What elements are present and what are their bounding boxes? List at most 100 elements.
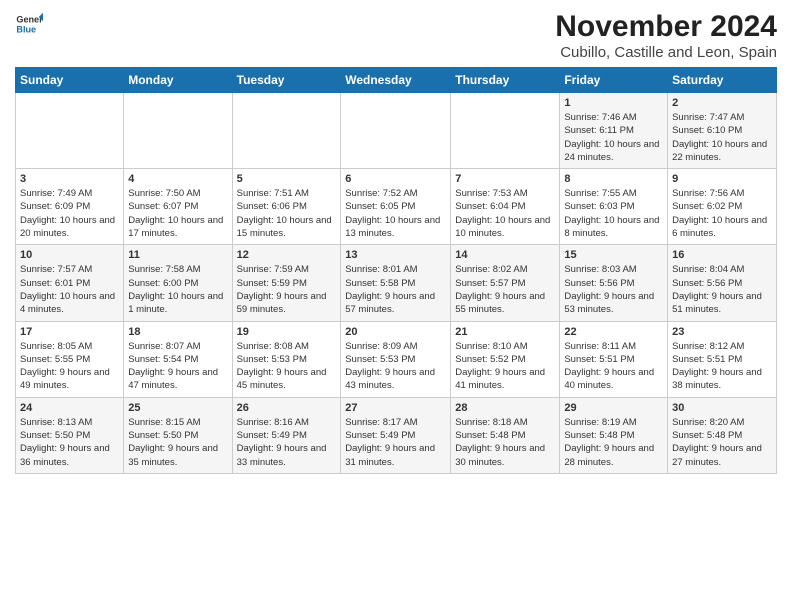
calendar-cell: 8 Sunrise: 7:55 AM Sunset: 6:03 PM Daylig…: [560, 169, 668, 245]
calendar-cell: [451, 93, 560, 169]
day-info: Sunrise: 7:56 AM Sunset: 6:02 PM Dayligh…: [672, 187, 772, 240]
calendar-cell: 3Sunrise: 7:49 AM Sunset: 6:09 PM Daylig…: [16, 169, 124, 245]
day-number: 18: [128, 326, 227, 338]
day-number: 16: [672, 249, 772, 261]
day-info: Sunrise: 8:20 AM Sunset: 5:48 PM Dayligh…: [672, 416, 772, 469]
day-info: Sunrise: 7:53 AM Sunset: 6:04 PM Dayligh…: [455, 187, 555, 240]
calendar-week-row: 17Sunrise: 8:05 AM Sunset: 5:55 PM Dayli…: [16, 321, 777, 397]
calendar-cell: 20 Sunrise: 8:09 AM Sunset: 5:53 PM Dayli…: [341, 321, 451, 397]
day-info: Sunrise: 7:57 AM Sunset: 6:01 PM Dayligh…: [20, 263, 119, 316]
day-info: Sunrise: 7:50 AM Sunset: 6:07 PM Dayligh…: [128, 187, 227, 240]
day-info: Sunrise: 8:02 AM Sunset: 5:57 PM Dayligh…: [455, 263, 555, 316]
day-number: 29: [564, 402, 663, 414]
day-number: 14: [455, 249, 555, 261]
day-info: Sunrise: 7:58 AM Sunset: 6:00 PM Dayligh…: [128, 263, 227, 316]
day-number: 10: [20, 249, 119, 261]
weekday-header-thursday: Thursday: [451, 68, 560, 93]
day-number: 25: [128, 402, 227, 414]
day-info: Sunrise: 8:15 AM Sunset: 5:50 PM Dayligh…: [128, 416, 227, 469]
day-info: Sunrise: 8:05 AM Sunset: 5:55 PM Dayligh…: [20, 340, 119, 393]
calendar-cell: 23 Sunrise: 8:12 AM Sunset: 5:51 PM Dayli…: [668, 321, 777, 397]
calendar-cell: 25 Sunrise: 8:15 AM Sunset: 5:50 PM Dayli…: [124, 397, 232, 473]
day-info: Sunrise: 8:10 AM Sunset: 5:52 PM Dayligh…: [455, 340, 555, 393]
day-number: 28: [455, 402, 555, 414]
logo: General Blue: [15, 10, 47, 38]
day-info: Sunrise: 7:52 AM Sunset: 6:05 PM Dayligh…: [345, 187, 446, 240]
day-number: 2: [672, 97, 772, 109]
weekday-header-friday: Friday: [560, 68, 668, 93]
calendar-week-row: 24 Sunrise: 8:13 AM Sunset: 5:50 PM Dayli…: [16, 397, 777, 473]
calendar-cell: [124, 93, 232, 169]
calendar-cell: 22 Sunrise: 8:11 AM Sunset: 5:51 PM Dayli…: [560, 321, 668, 397]
day-number: 20: [345, 326, 446, 338]
calendar-cell: 21 Sunrise: 8:10 AM Sunset: 5:52 PM Dayli…: [451, 321, 560, 397]
calendar-cell: 7 Sunrise: 7:53 AM Sunset: 6:04 PM Daylig…: [451, 169, 560, 245]
calendar-cell: 13Sunrise: 8:01 AM Sunset: 5:58 PM Dayli…: [341, 245, 451, 321]
day-number: 9: [672, 173, 772, 185]
calendar-cell: 28 Sunrise: 8:18 AM Sunset: 5:48 PM Dayli…: [451, 397, 560, 473]
day-number: 21: [455, 326, 555, 338]
weekday-header-saturday: Saturday: [668, 68, 777, 93]
day-info: Sunrise: 7:55 AM Sunset: 6:03 PM Dayligh…: [564, 187, 663, 240]
calendar-cell: 29Sunrise: 8:19 AM Sunset: 5:48 PM Dayli…: [560, 397, 668, 473]
day-number: 7: [455, 173, 555, 185]
day-number: 6: [345, 173, 446, 185]
calendar-week-row: 1 Sunrise: 7:46 AM Sunset: 6:11 PM Daylig…: [16, 93, 777, 169]
calendar-cell: 11 Sunrise: 7:58 AM Sunset: 6:00 PM Dayli…: [124, 245, 232, 321]
day-number: 15: [564, 249, 663, 261]
weekday-header-row: SundayMondayTuesdayWednesdayThursdayFrid…: [16, 68, 777, 93]
title-area: November 2024 Cubillo, Castille and Leon…: [555, 10, 777, 61]
calendar-cell: 6 Sunrise: 7:52 AM Sunset: 6:05 PM Daylig…: [341, 169, 451, 245]
calendar-cell: 2 Sunrise: 7:47 AM Sunset: 6:10 PM Daylig…: [668, 93, 777, 169]
weekday-header-monday: Monday: [124, 68, 232, 93]
calendar-cell: 26 Sunrise: 8:16 AM Sunset: 5:49 PM Dayli…: [232, 397, 341, 473]
calendar-cell: 12 Sunrise: 7:59 AM Sunset: 5:59 PM Dayli…: [232, 245, 341, 321]
day-number: 26: [237, 402, 337, 414]
day-info: Sunrise: 8:07 AM Sunset: 5:54 PM Dayligh…: [128, 340, 227, 393]
day-number: 12: [237, 249, 337, 261]
svg-text:General: General: [16, 15, 43, 25]
calendar-cell: 24 Sunrise: 8:13 AM Sunset: 5:50 PM Dayli…: [16, 397, 124, 473]
day-info: Sunrise: 8:16 AM Sunset: 5:49 PM Dayligh…: [237, 416, 337, 469]
day-number: 1: [564, 97, 663, 109]
day-info: Sunrise: 7:46 AM Sunset: 6:11 PM Dayligh…: [564, 111, 663, 164]
calendar-cell: 16Sunrise: 8:04 AM Sunset: 5:56 PM Dayli…: [668, 245, 777, 321]
calendar-cell: 9 Sunrise: 7:56 AM Sunset: 6:02 PM Daylig…: [668, 169, 777, 245]
calendar-cell: 14 Sunrise: 8:02 AM Sunset: 5:57 PM Dayli…: [451, 245, 560, 321]
weekday-header-wednesday: Wednesday: [341, 68, 451, 93]
day-info: Sunrise: 8:03 AM Sunset: 5:56 PM Dayligh…: [564, 263, 663, 316]
day-info: Sunrise: 8:13 AM Sunset: 5:50 PM Dayligh…: [20, 416, 119, 469]
day-number: 5: [237, 173, 337, 185]
page-header: General Blue November 2024 Cubillo, Cast…: [15, 10, 777, 61]
day-number: 8: [564, 173, 663, 185]
day-number: 22: [564, 326, 663, 338]
day-info: Sunrise: 8:12 AM Sunset: 5:51 PM Dayligh…: [672, 340, 772, 393]
day-number: 4: [128, 173, 227, 185]
day-info: Sunrise: 8:17 AM Sunset: 5:49 PM Dayligh…: [345, 416, 446, 469]
calendar-cell: 4 Sunrise: 7:50 AM Sunset: 6:07 PM Daylig…: [124, 169, 232, 245]
day-info: Sunrise: 8:11 AM Sunset: 5:51 PM Dayligh…: [564, 340, 663, 393]
day-number: 11: [128, 249, 227, 261]
day-info: Sunrise: 8:18 AM Sunset: 5:48 PM Dayligh…: [455, 416, 555, 469]
calendar-cell: 10 Sunrise: 7:57 AM Sunset: 6:01 PM Dayli…: [16, 245, 124, 321]
day-info: Sunrise: 7:59 AM Sunset: 5:59 PM Dayligh…: [237, 263, 337, 316]
day-number: 3: [20, 173, 119, 185]
weekday-header-tuesday: Tuesday: [232, 68, 341, 93]
weekday-header-sunday: Sunday: [16, 68, 124, 93]
day-info: Sunrise: 7:51 AM Sunset: 6:06 PM Dayligh…: [237, 187, 337, 240]
svg-text:Blue: Blue: [16, 24, 36, 34]
day-info: Sunrise: 7:47 AM Sunset: 6:10 PM Dayligh…: [672, 111, 772, 164]
day-info: Sunrise: 8:01 AM Sunset: 5:58 PM Dayligh…: [345, 263, 446, 316]
day-number: 27: [345, 402, 446, 414]
day-info: Sunrise: 8:09 AM Sunset: 5:53 PM Dayligh…: [345, 340, 446, 393]
calendar-cell: 1 Sunrise: 7:46 AM Sunset: 6:11 PM Daylig…: [560, 93, 668, 169]
calendar-cell: [341, 93, 451, 169]
day-info: Sunrise: 8:08 AM Sunset: 5:53 PM Dayligh…: [237, 340, 337, 393]
calendar-cell: 19Sunrise: 8:08 AM Sunset: 5:53 PM Dayli…: [232, 321, 341, 397]
logo-icon: General Blue: [15, 10, 43, 38]
day-number: 23: [672, 326, 772, 338]
month-title: November 2024: [555, 10, 777, 44]
day-number: 24: [20, 402, 119, 414]
calendar-cell: 27 Sunrise: 8:17 AM Sunset: 5:49 PM Dayli…: [341, 397, 451, 473]
calendar-cell: 15 Sunrise: 8:03 AM Sunset: 5:56 PM Dayli…: [560, 245, 668, 321]
